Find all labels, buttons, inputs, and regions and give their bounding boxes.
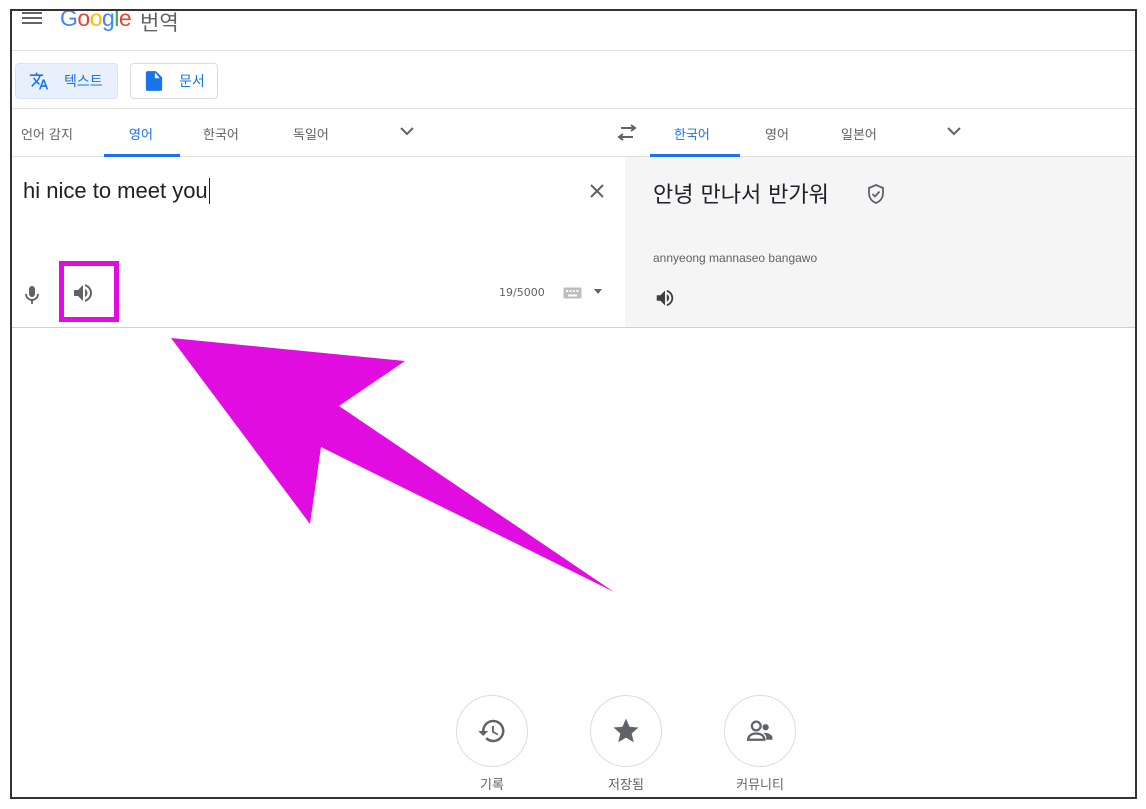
community-button[interactable] bbox=[724, 695, 796, 767]
source-text: hi nice to meet you bbox=[23, 178, 208, 203]
target-lang-korean[interactable]: 한국어 bbox=[674, 124, 710, 143]
hamburger-menu-icon[interactable] bbox=[22, 12, 42, 28]
target-lang-japanese[interactable]: 일본어 bbox=[841, 124, 877, 143]
translate-window: Google 번역 텍스트 문서 언어 감지 영어 한국어 독일어 한국어 영어… bbox=[10, 9, 1137, 799]
document-mode-button[interactable]: 문서 bbox=[130, 63, 218, 99]
saved-button[interactable] bbox=[590, 695, 662, 767]
translate-icon bbox=[28, 70, 50, 92]
community-people-icon bbox=[746, 720, 773, 741]
saved-label: 저장됨 bbox=[608, 778, 644, 793]
text-caret bbox=[208, 178, 210, 204]
community-shortcut[interactable]: 커뮤니티 bbox=[723, 695, 797, 793]
saved-shortcut[interactable]: 저장됨 bbox=[589, 695, 663, 793]
target-lang-english[interactable]: 영어 bbox=[765, 124, 789, 143]
romanization-text: annyeong mannaseo bangawo bbox=[653, 251, 818, 265]
panel-divider bbox=[12, 327, 1135, 328]
verified-shield-icon[interactable] bbox=[866, 183, 886, 205]
input-tools-dropdown-icon[interactable] bbox=[594, 289, 602, 295]
mode-bar: 텍스트 문서 bbox=[12, 51, 1135, 109]
translation-text: 안녕 만나서 반가워 bbox=[653, 183, 829, 208]
listen-translation-speaker-icon[interactable] bbox=[653, 287, 677, 309]
keyboard-icon[interactable] bbox=[563, 287, 582, 299]
annotation-highlight-box bbox=[59, 261, 119, 322]
community-label: 커뮤니티 bbox=[736, 778, 784, 793]
document-icon bbox=[143, 70, 165, 92]
target-more-chevron-icon[interactable] bbox=[947, 126, 961, 136]
source-lang-english[interactable]: 영어 bbox=[129, 124, 153, 143]
history-icon bbox=[478, 719, 505, 743]
swap-languages-icon[interactable] bbox=[615, 124, 639, 142]
document-mode-label: 문서 bbox=[179, 74, 205, 90]
product-name: 번역 bbox=[140, 11, 179, 35]
source-lang-detect[interactable]: 언어 감지 bbox=[21, 124, 73, 143]
history-label: 기록 bbox=[480, 778, 504, 793]
microphone-icon[interactable] bbox=[24, 284, 40, 306]
target-panel: 안녕 만나서 반가워 annyeong mannaseo bangawo bbox=[625, 157, 1135, 328]
source-more-chevron-icon[interactable] bbox=[400, 126, 414, 136]
text-mode-button[interactable]: 텍스트 bbox=[15, 63, 118, 99]
character-counter: 19/5000 bbox=[499, 286, 545, 299]
clear-source-icon[interactable] bbox=[586, 180, 608, 202]
history-shortcut[interactable]: 기록 bbox=[455, 695, 529, 793]
history-button[interactable] bbox=[456, 695, 528, 767]
star-icon bbox=[613, 718, 639, 743]
annotation-arrow bbox=[171, 338, 614, 592]
text-mode-label: 텍스트 bbox=[64, 74, 103, 90]
language-bar: 언어 감지 영어 한국어 독일어 한국어 영어 일본어 bbox=[12, 110, 1135, 157]
google-logo[interactable]: Google bbox=[60, 11, 132, 32]
source-lang-german[interactable]: 독일어 bbox=[293, 124, 329, 143]
source-textarea[interactable]: hi nice to meet you bbox=[23, 178, 210, 204]
app-header: Google 번역 bbox=[12, 11, 1135, 51]
source-lang-korean[interactable]: 한국어 bbox=[203, 124, 239, 143]
